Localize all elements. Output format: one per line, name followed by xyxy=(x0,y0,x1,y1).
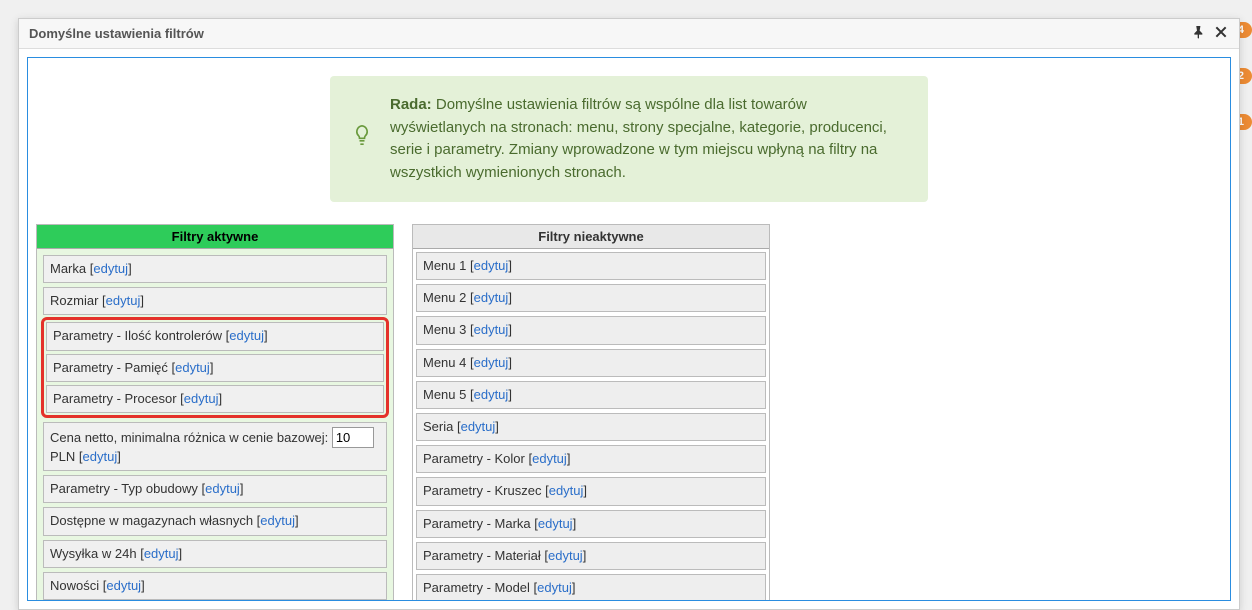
edit-link[interactable]: edytuj xyxy=(260,513,295,528)
active-filters-header: Filtry aktywne xyxy=(37,225,393,249)
edit-link[interactable]: edytuj xyxy=(184,391,219,406)
filter-item[interactable]: Menu 3 [edytuj] xyxy=(416,316,766,344)
filter-item-label: Parametry - Typ obudowy xyxy=(50,481,202,496)
modal-default-filter-settings: Domyślne ustawienia filtrów Rada: Domyśl… xyxy=(18,18,1240,610)
filter-item-label: Parametry - Kruszec xyxy=(423,483,545,498)
edit-link[interactable]: edytuj xyxy=(106,578,141,593)
highlighted-filter-group: Parametry - Ilość kontrolerów [edytuj]Pa… xyxy=(41,317,389,418)
edit-link[interactable]: edytuj xyxy=(474,355,509,370)
filter-item[interactable]: Parametry - Pamięć [edytuj] xyxy=(46,354,384,382)
filter-item[interactable]: Parametry - Ilość kontrolerów [edytuj] xyxy=(46,322,384,350)
filter-item-label: Menu 2 xyxy=(423,290,470,305)
edit-link[interactable]: edytuj xyxy=(538,516,573,531)
edit-link[interactable]: edytuj xyxy=(144,546,179,561)
filter-item[interactable]: Parametry - Marka [edytuj] xyxy=(416,510,766,538)
inactive-filters-body: Menu 1 [edytuj] Menu 2 [edytuj] Menu 3 [ed… xyxy=(413,249,769,601)
filter-item[interactable]: Menu 4 [edytuj] xyxy=(416,349,766,377)
filter-item-price[interactable]: Cena netto, minimalna różnica w cenie ba… xyxy=(43,422,387,471)
filter-item[interactable]: Parametry - Materiał [edytuj] xyxy=(416,542,766,570)
filter-item-label: Menu 5 xyxy=(423,387,470,402)
edit-link[interactable]: edytuj xyxy=(532,451,567,466)
filter-item[interactable]: Menu 5 [edytuj] xyxy=(416,381,766,409)
modal-title: Domyślne ustawienia filtrów xyxy=(29,26,204,41)
modal-header: Domyślne ustawienia filtrów xyxy=(19,19,1239,49)
active-filters-column: Filtry aktywne Marka [edytuj] Rozmiar [ed… xyxy=(36,224,394,601)
filter-item[interactable]: Menu 1 [edytuj] xyxy=(416,252,766,280)
filter-item-label: Marka xyxy=(50,261,90,276)
edit-link[interactable]: edytuj xyxy=(175,360,210,375)
filter-item-label: Parametry - Model xyxy=(423,580,534,595)
edit-link[interactable]: edytuj xyxy=(474,258,509,273)
edit-link[interactable]: edytuj xyxy=(106,293,141,308)
filter-item-label: Parametry - Procesor xyxy=(53,391,180,406)
lightbulb-icon xyxy=(352,123,372,155)
active-filters-body: Marka [edytuj]Rozmiar [edytuj]Parametry … xyxy=(37,249,393,601)
filter-item[interactable]: Marka [edytuj] xyxy=(43,255,387,283)
filter-item-label: Menu 3 xyxy=(423,322,470,337)
filter-item[interactable]: Nowości [edytuj] xyxy=(43,572,387,600)
filter-item-label: Rozmiar xyxy=(50,293,102,308)
price-diff-input[interactable] xyxy=(332,427,374,448)
filter-item-label: Parametry - Pamięć xyxy=(53,360,171,375)
edit-link[interactable]: edytuj xyxy=(474,322,509,337)
filter-item[interactable]: Seria [edytuj] xyxy=(416,413,766,441)
edit-link[interactable]: edytuj xyxy=(549,483,584,498)
edit-link[interactable]: edytuj xyxy=(461,419,496,434)
filter-item-label: Menu 4 xyxy=(423,355,470,370)
inactive-filters-column: Filtry nieaktywne Menu 1 [edytuj] Menu 2 … xyxy=(412,224,770,601)
edit-link[interactable]: edytuj xyxy=(474,387,509,402)
edit-link[interactable]: edytuj xyxy=(229,328,264,343)
filter-item[interactable]: Dostępne w magazynach własnych [edytuj] xyxy=(43,507,387,535)
edit-link[interactable]: edytuj xyxy=(83,449,118,464)
filter-item[interactable]: Parametry - Typ obudowy [edytuj] xyxy=(43,475,387,503)
filter-item-label: Wysyłka w 24h xyxy=(50,546,140,561)
filter-item[interactable]: Parametry - Model [edytuj] xyxy=(416,574,766,601)
filter-item[interactable]: Parametry - Procesor [edytuj] xyxy=(46,385,384,413)
edit-link[interactable]: edytuj xyxy=(93,261,128,276)
modal-body: Rada: Domyślne ustawienia filtrów są wsp… xyxy=(19,49,1239,609)
close-icon[interactable] xyxy=(1213,24,1229,43)
tip-text: Rada: Domyślne ustawienia filtrów są wsp… xyxy=(390,94,898,184)
pin-icon[interactable] xyxy=(1191,24,1207,43)
filter-item-label: Dostępne w magazynach własnych xyxy=(50,513,257,528)
filter-item[interactable]: Menu 2 [edytuj] xyxy=(416,284,766,312)
filter-item[interactable]: Rozmiar [edytuj] xyxy=(43,287,387,315)
inactive-filters-header: Filtry nieaktywne xyxy=(413,225,769,249)
edit-link[interactable]: edytuj xyxy=(205,481,240,496)
filter-columns: Filtry aktywne Marka [edytuj] Rozmiar [ed… xyxy=(36,224,1222,601)
filter-item[interactable]: Parametry - Kolor [edytuj] xyxy=(416,445,766,473)
filter-item-label: Parametry - Marka xyxy=(423,516,534,531)
filter-item[interactable]: Parametry - Kruszec [edytuj] xyxy=(416,477,766,505)
filter-item-label: Seria xyxy=(423,419,457,434)
filter-item-label: Parametry - Kolor xyxy=(423,451,528,466)
filter-item-label: Menu 1 xyxy=(423,258,470,273)
inner-panel: Rada: Domyślne ustawienia filtrów są wsp… xyxy=(27,57,1231,601)
filter-item[interactable]: Wysyłka w 24h [edytuj] xyxy=(43,540,387,568)
edit-link[interactable]: edytuj xyxy=(474,290,509,305)
tip-box: Rada: Domyślne ustawienia filtrów są wsp… xyxy=(330,76,928,202)
filter-item-label: Nowości xyxy=(50,578,103,593)
filter-item-label: Parametry - Ilość kontrolerów xyxy=(53,328,226,343)
edit-link[interactable]: edytuj xyxy=(537,580,572,595)
edit-link[interactable]: edytuj xyxy=(548,548,583,563)
filter-item-label: Parametry - Materiał xyxy=(423,548,544,563)
